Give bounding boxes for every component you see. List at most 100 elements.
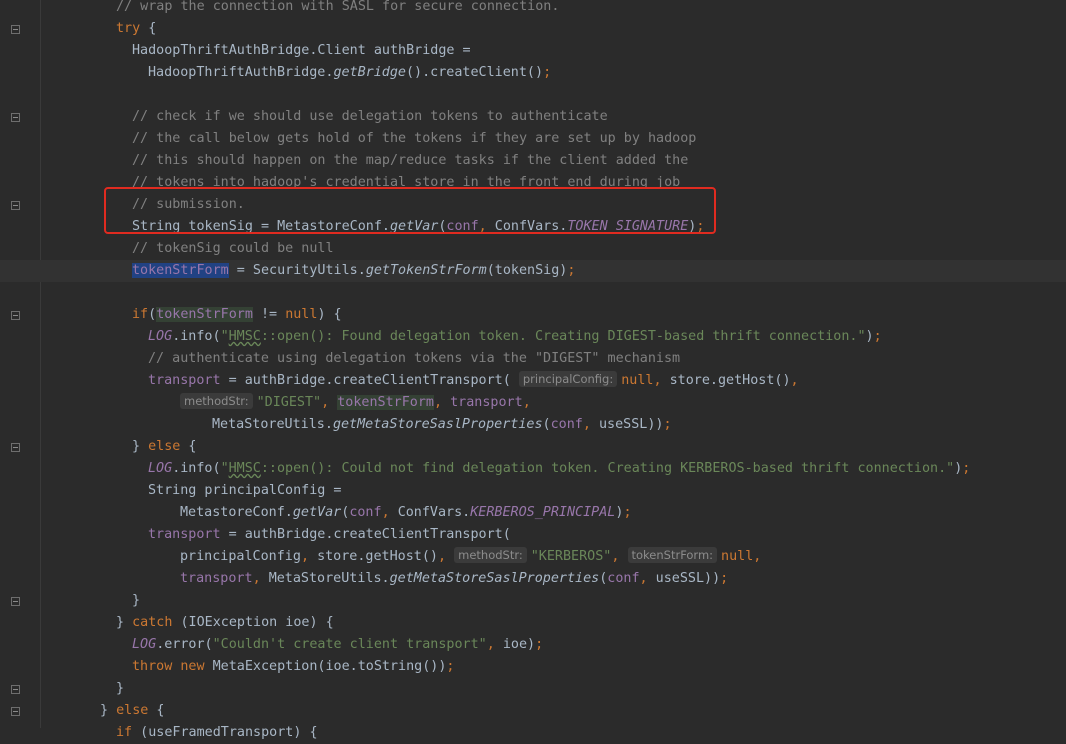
code-line[interactable]: LOG.info("HMSC::open(): Found delegation… [0, 326, 1066, 348]
code-token: = authBridge.createClientTransport( [220, 527, 511, 542]
code-line[interactable]: // tokenSig could be null [0, 238, 1066, 260]
code-token: ConfVars. [397, 505, 471, 520]
code-text: } [132, 590, 140, 612]
code-editor[interactable]: // wrap the connection with SASL for sec… [0, 0, 1066, 740]
code-token: else [148, 439, 181, 454]
code-line[interactable]: } [0, 678, 1066, 700]
parameter-hint: methodStr: [180, 393, 253, 409]
code-line[interactable]: } catch (IOException ioe) { [0, 612, 1066, 634]
code-line[interactable] [0, 282, 1066, 304]
code-token: MetaStoreUtils. [268, 571, 390, 586]
code-token: { [180, 439, 197, 454]
code-token: LOG [148, 329, 173, 344]
fold-toggle-icon[interactable] [11, 113, 20, 122]
fold-toggle-icon[interactable] [11, 685, 20, 694]
code-line[interactable]: if (useFramedTransport) { [0, 722, 1066, 744]
code-line[interactable]: throw new MetaException(ioe.toString()); [0, 656, 1066, 678]
code-token: (IOException ioe) { [172, 615, 334, 630]
code-token: ; [962, 461, 971, 476]
code-token: } [116, 681, 125, 696]
code-token: } [132, 439, 149, 454]
code-token: if [116, 725, 133, 740]
code-token: , [434, 395, 451, 410]
code-token: useSSL)) [598, 417, 664, 432]
code-token: conf [349, 505, 382, 520]
code-line[interactable]: } else { [0, 436, 1066, 458]
code-token: , [381, 505, 398, 520]
code-token: ; [446, 659, 455, 674]
code-line[interactable]: transport, MetaStoreUtils.getMetaStoreSa… [0, 568, 1066, 590]
code-line[interactable]: MetastoreConf.getVar(conf, ConfVars.KERB… [0, 502, 1066, 524]
code-line[interactable]: } [0, 590, 1066, 612]
parameter-hint: methodStr: [454, 547, 527, 563]
code-token: principalConfig [180, 549, 301, 564]
code-token: "Couldn't create client transport" [212, 637, 487, 652]
fold-toggle-icon[interactable] [11, 707, 20, 716]
code-text: LOG.info("HMSC::open(): Found delegation… [148, 326, 882, 348]
parameter-hint: tokenStrForm: [627, 547, 718, 563]
code-token: ; [623, 505, 632, 520]
code-token: { [140, 21, 157, 36]
code-token: catch [132, 615, 173, 630]
code-token: ) [865, 329, 874, 344]
code-token: , [438, 549, 455, 564]
code-text: transport = authBridge.createClientTrans… [148, 524, 511, 546]
code-text: HadoopThriftAuthBridge.getBridge().creat… [148, 62, 551, 84]
code-token: null [285, 307, 318, 322]
code-text: } else { [132, 436, 197, 458]
code-token: ioe) [502, 637, 536, 652]
code-line[interactable]: // wrap the connection with SASL for sec… [0, 0, 1066, 18]
code-token: try [116, 21, 141, 36]
code-token: transport [180, 571, 253, 586]
code-token: getVar [292, 505, 342, 520]
code-line[interactable]: HadoopThriftAuthBridge.Client authBridge… [0, 40, 1066, 62]
code-line[interactable]: LOG.info("HMSC::open(): Could not find d… [0, 458, 1066, 480]
code-token: "KERBEROS" [530, 549, 612, 564]
code-token: getMetaStoreSaslProperties [389, 571, 600, 586]
code-text: if (useFramedTransport) { [116, 722, 318, 744]
fold-toggle-icon[interactable] [11, 597, 20, 606]
code-line[interactable]: // authenticate using delegation tokens … [0, 348, 1066, 370]
fold-toggle-icon[interactable] [11, 443, 20, 452]
code-token: .error( [156, 637, 213, 652]
code-token: LOG [132, 637, 157, 652]
code-line[interactable]: HadoopThriftAuthBridge.getBridge().creat… [0, 62, 1066, 84]
code-line[interactable] [0, 84, 1066, 106]
code-line[interactable]: // this should happen on the map/reduce … [0, 150, 1066, 172]
code-token: tokenStrForm [156, 307, 253, 322]
fold-toggle-icon[interactable] [11, 311, 20, 320]
code-token: conf [550, 417, 583, 432]
code-line[interactable]: MetaStoreUtils.getMetaStoreSaslPropertie… [0, 414, 1066, 436]
code-token: HMSC [228, 329, 261, 344]
fold-toggle-icon[interactable] [11, 201, 20, 210]
code-token: throw new [132, 659, 213, 674]
code-token: ; [535, 637, 544, 652]
code-token: } [132, 593, 141, 608]
code-text: } catch (IOException ioe) { [116, 612, 334, 634]
code-line[interactable]: String principalConfig = [0, 480, 1066, 502]
code-line[interactable]: // check if we should use delegation tok… [0, 106, 1066, 128]
code-line[interactable]: // the call below gets hold of the token… [0, 128, 1066, 150]
code-text: // tokenSig could be null [132, 238, 334, 260]
code-line[interactable]: LOG.error("Couldn't create client transp… [0, 634, 1066, 656]
code-line[interactable]: if(tokenStrForm != null) { [0, 304, 1066, 326]
code-token: { [148, 703, 165, 718]
highlight-box [104, 187, 716, 234]
code-line[interactable]: methodStr: "DIGEST", tokenStrForm, transp… [0, 392, 1066, 414]
code-token: ; [720, 571, 729, 586]
code-line[interactable]: tokenStrForm = SecurityUtils.getTokenStr… [0, 260, 1066, 282]
code-token: "DIGEST" [256, 395, 322, 410]
code-text: transport = authBridge.createClientTrans… [148, 370, 799, 392]
code-token: MetaStoreUtils. [212, 417, 333, 432]
fold-toggle-icon[interactable] [11, 25, 20, 34]
code-line[interactable]: principalConfig, store.getHost(), method… [0, 546, 1066, 568]
code-line[interactable]: transport = authBridge.createClientTrans… [0, 524, 1066, 546]
code-token: null [621, 373, 654, 388]
code-token: getBridge [333, 65, 406, 80]
code-text: if(tokenStrForm != null) { [132, 304, 342, 326]
code-token: // authenticate using delegation tokens … [148, 351, 681, 366]
code-line[interactable]: try { [0, 18, 1066, 40]
code-line[interactable]: } else { [0, 700, 1066, 722]
code-line[interactable]: transport = authBridge.createClientTrans… [0, 370, 1066, 392]
code-text: String principalConfig = [148, 480, 341, 502]
